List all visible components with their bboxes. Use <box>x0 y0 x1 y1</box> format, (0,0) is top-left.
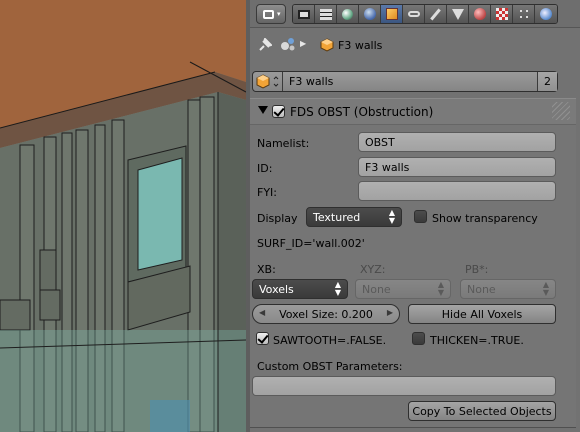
updown-arrows-icon: ▲ ▼ <box>437 280 444 297</box>
display-dropdown[interactable]: Textured ▲ ▼ <box>306 207 402 227</box>
obst-enable-checkbox[interactable] <box>272 105 285 118</box>
chevron-down-icon: ▾ <box>277 10 281 18</box>
xyz-label: XYZ: <box>360 263 386 276</box>
xyz-dropdown[interactable]: None ▲ ▼ <box>355 279 451 299</box>
data-icon[interactable] <box>447 5 469 23</box>
properties-editor-icon <box>263 10 274 19</box>
panel-title: FDS OBST (Obstruction) <box>290 105 434 119</box>
show-transparency-checkbox[interactable] <box>414 210 427 223</box>
sawtooth-checkbox[interactable] <box>256 332 269 345</box>
thicken-label: THICKEN=.TRUE. <box>430 334 524 347</box>
voxel-size-field[interactable]: ◀ Voxel Size: 0.200 ▶ <box>252 304 400 324</box>
xyz-dropdown-value: None <box>362 283 391 296</box>
render-layers-icon[interactable] <box>315 5 337 23</box>
breadcrumb-object-name: F3 walls <box>338 39 383 52</box>
drag-grip-icon[interactable] <box>552 102 570 120</box>
show-transparency-label: Show transparency <box>432 212 538 225</box>
thicken-checkbox[interactable] <box>412 332 425 345</box>
panel-header[interactable]: FDS OBST (Obstruction) <box>250 99 576 125</box>
object-name-field[interactable]: F3 walls <box>283 72 537 91</box>
scene-icon <box>281 38 295 51</box>
3d-viewport[interactable] <box>0 0 246 432</box>
object-icon <box>256 74 279 89</box>
constraints-icon[interactable] <box>403 5 425 23</box>
updown-arrows-icon: ▲ ▼ <box>542 280 549 297</box>
building-model <box>0 0 246 432</box>
breadcrumb-separator-icon: ▶ <box>300 39 307 48</box>
hide-all-voxels-button[interactable]: Hide All Voxels <box>408 304 556 324</box>
editor-type-button[interactable]: ▾ <box>256 4 286 24</box>
increment-arrow-icon[interactable]: ▶ <box>387 308 393 317</box>
pb-dropdown-value: None <box>467 283 496 296</box>
xb-label: XB: <box>257 263 276 276</box>
pb-label: PB*: <box>465 263 489 276</box>
display-dropdown-value: Textured <box>313 211 361 224</box>
pb-dropdown[interactable]: None ▲ ▼ <box>460 279 556 299</box>
pin-icon[interactable] <box>258 38 272 52</box>
custom-params-field[interactable] <box>252 376 556 396</box>
breadcrumb: ▶ F3 walls <box>250 28 580 62</box>
scene-icon[interactable] <box>337 5 359 23</box>
world-icon[interactable] <box>359 5 381 23</box>
context-tabs <box>292 4 558 24</box>
id-field[interactable]: F3 walls <box>358 157 556 177</box>
xb-dropdown[interactable]: Voxels ▲ ▼ <box>252 279 348 299</box>
properties-header: ▾ <box>250 0 580 28</box>
fyi-label: FYI: <box>257 186 277 199</box>
decrement-arrow-icon[interactable]: ◀ <box>259 308 265 317</box>
sawtooth-label: SAWTOOTH=.FALSE. <box>273 334 387 347</box>
namelist-field[interactable]: OBST <box>358 132 556 152</box>
modifiers-icon[interactable] <box>425 5 447 23</box>
updown-arrows-icon: ▲ ▼ <box>334 280 341 297</box>
xb-dropdown-value: Voxels <box>259 283 294 296</box>
display-label: Display <box>257 212 298 225</box>
fyi-field[interactable] <box>358 181 556 201</box>
material-icon[interactable] <box>469 5 491 23</box>
namelist-label: Namelist: <box>257 137 310 150</box>
user-count[interactable]: 2 <box>537 72 557 91</box>
object-icon <box>320 38 334 52</box>
updown-arrows-icon: ▲ ▼ <box>388 208 395 225</box>
object-id-block[interactable]: F3 walls 2 <box>252 71 558 92</box>
texture-icon[interactable] <box>491 5 513 23</box>
particles-icon[interactable] <box>513 5 535 23</box>
copy-to-selected-button[interactable]: Copy To Selected Objects <box>408 401 556 421</box>
render-icon[interactable] <box>293 5 315 23</box>
collapse-arrow-icon[interactable] <box>258 106 268 114</box>
voxel-size-value: Voxel Size: 0.200 <box>279 308 373 321</box>
id-label: ID: <box>257 162 273 175</box>
surf-id-text: SURF_ID='wall.002' <box>257 237 365 250</box>
custom-params-label: Custom OBST Parameters: <box>257 360 403 373</box>
object-icon[interactable] <box>381 5 403 23</box>
object-browse-button[interactable] <box>253 72 283 91</box>
fds-obst-panel: FDS OBST (Obstruction) Namelist: OBST ID… <box>250 98 576 428</box>
physics-icon[interactable] <box>535 5 557 23</box>
